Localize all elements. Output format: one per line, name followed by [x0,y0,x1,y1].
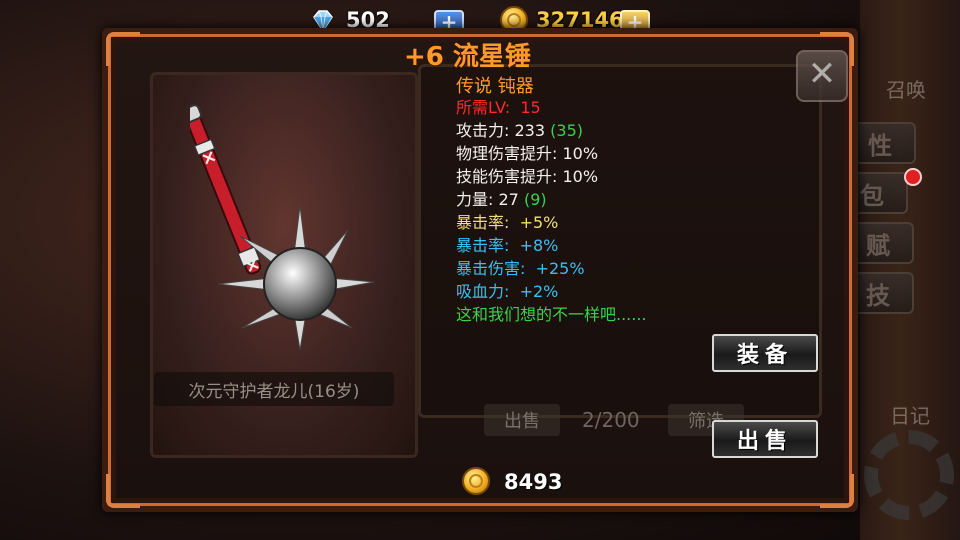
item-flavor-text: 这和我们想的不一样吧...... [456,305,647,324]
equip-button[interactable]: 装备 [712,334,818,372]
stat-physical-damage: 物理伤害提升: 10% [456,144,599,163]
stat-crit-rate-bonus: 暴击率: +8% [456,236,559,255]
item-rarity: 传说 钝器 [456,76,534,97]
notification-dot [904,168,922,186]
item-stats-list: 所需LV: 15 攻击力: 233 (35) 物理伤害提升: 10% 技能伤害提… [456,96,647,326]
stat-required-level: 所需LV: 15 [456,98,541,117]
price-coin-icon [462,467,490,495]
close-icon[interactable]: ✕ [796,50,848,102]
stat-skill-damage: 技能伤害提升: 10% [456,167,599,186]
meteor-hammer-icon: × × [190,104,375,351]
stat-strength: 力量: 27 (9) [456,190,547,209]
stat-crit-rate-base: 暴击率: +5% [456,213,559,232]
settings-gear-icon[interactable] [864,430,954,520]
frame-corner [106,32,140,66]
summon-label: 召唤 [886,78,926,102]
frame-corner [106,474,140,508]
item-price: 8493 [504,470,563,494]
sell-button[interactable]: 出售 [712,420,818,458]
stat-lifesteal: 吸血力: +2% [456,282,559,301]
svg-text:×: × [242,253,264,278]
inventory-sell-button[interactable]: 出售 [484,404,560,436]
stat-attack: 攻击力: 233 (35) [456,121,583,140]
inventory-capacity: 2/200 [582,408,640,432]
frame-corner [820,474,854,508]
character-name: 次元守护者龙儿(16岁) [154,372,394,406]
stat-crit-damage: 暴击伤害: +25% [456,259,585,278]
diary-label: 日记 [890,404,930,428]
item-title: +6 流星锤 [404,42,531,72]
